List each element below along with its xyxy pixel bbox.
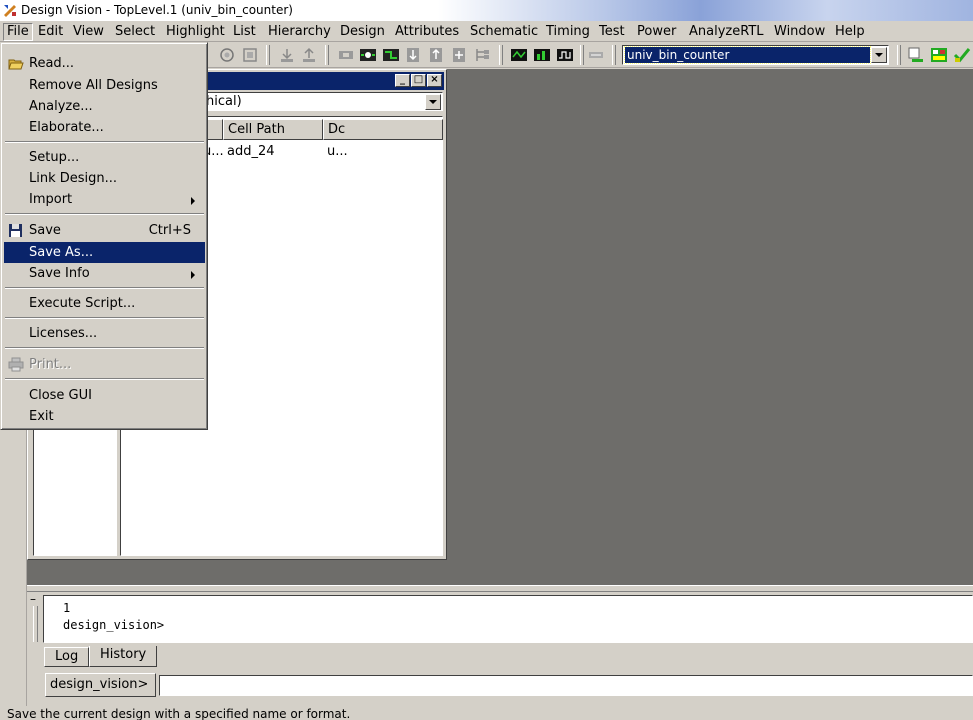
command-input[interactable] [159, 675, 973, 696]
status-bar: Save the current design with a specified… [0, 706, 973, 720]
chevron-down-icon[interactable] [425, 94, 441, 110]
check-icon[interactable] [953, 46, 971, 64]
menu-item-close-gui[interactable]: Close GUI [4, 385, 205, 406]
menu-item-save-info[interactable]: Save Info [4, 263, 205, 284]
menu-item-elaborate[interactable]: Elaborate... [4, 117, 205, 138]
chevron-down-icon[interactable] [871, 47, 887, 63]
menu-item-save[interactable]: Save Ctrl+S [4, 220, 205, 241]
menu-item-exit[interactable]: Exit [4, 406, 205, 427]
log-line: 1 [63, 601, 71, 615]
table-cell-cell-path[interactable]: add_24 [223, 143, 323, 161]
open-folder-icon [8, 59, 24, 70]
toolbar-grip[interactable] [897, 45, 901, 65]
menu-separator [5, 317, 204, 319]
menu-edit[interactable]: Edit [35, 23, 66, 41]
console-log[interactable]: 1 design_vision> [43, 595, 973, 643]
app-icon [4, 5, 16, 17]
toolbar-grip[interactable] [580, 45, 584, 65]
pop-up-icon[interactable] [300, 46, 318, 64]
tab-log[interactable]: Log [44, 647, 90, 667]
menu-separator [5, 287, 204, 289]
menu-item-save-as[interactable]: Save As... [4, 242, 205, 263]
prompt-button[interactable]: design_vision> [45, 673, 156, 697]
close-button[interactable]: × [427, 74, 442, 87]
log-line: design_vision> [63, 618, 165, 632]
timing-histogram-icon[interactable] [533, 46, 551, 64]
window-title: Design Vision - TopLevel.1 (univ_bin_cou… [21, 3, 293, 17]
menu-window[interactable]: Window [771, 23, 828, 41]
menu-item-read[interactable]: Read... [4, 53, 205, 74]
hierarchy-view-value: hical) [206, 94, 242, 109]
menu-attributes[interactable]: Attributes [392, 23, 462, 41]
menu-help[interactable]: Help [832, 23, 868, 41]
menu-view[interactable]: View [70, 23, 107, 41]
minimize-button[interactable]: _ [395, 74, 410, 87]
design-selector[interactable]: univ_bin_counter [622, 45, 889, 65]
console-grip[interactable] [33, 606, 38, 642]
push-down-icon[interactable] [278, 46, 296, 64]
column-header-cell-path[interactable]: Cell Path [223, 119, 323, 140]
hierarchy-expand-icon[interactable] [450, 46, 468, 64]
menu-separator [5, 347, 204, 349]
toolbar-grip[interactable] [612, 45, 616, 65]
zoom-in-icon[interactable] [218, 46, 236, 64]
menu-separator [5, 213, 204, 215]
console-panel: – 1 design_vision> Log History design_vi… [27, 592, 973, 706]
zoom-fit-icon[interactable] [241, 46, 259, 64]
tab-history[interactable]: History [89, 646, 157, 667]
console-minimize-button[interactable]: – [30, 593, 39, 605]
menu-file[interactable]: File [3, 23, 33, 41]
toolbar-grip[interactable] [499, 45, 503, 65]
waveform-icon[interactable] [556, 46, 574, 64]
menu-item-analyze[interactable]: Analyze... [4, 96, 205, 117]
toolbar-grip[interactable] [325, 45, 329, 65]
hierarchy-up-icon[interactable] [427, 46, 445, 64]
menu-item-setup[interactable]: Setup... [4, 147, 205, 168]
schematic-path-icon[interactable] [382, 46, 400, 64]
design-selector-value: univ_bin_counter [624, 46, 871, 64]
menu-bar: File Edit View Select Highlight List Hie… [0, 21, 973, 42]
menu-separator [5, 378, 204, 380]
menu-hierarchy[interactable]: Hierarchy [265, 23, 334, 41]
timing-path-icon[interactable] [510, 46, 528, 64]
menu-separator [5, 141, 204, 143]
submenu-arrow-icon [191, 197, 195, 205]
menu-design[interactable]: Design [337, 23, 388, 41]
hierarchy-tree-icon[interactable] [473, 46, 491, 64]
printer-icon [8, 357, 24, 372]
table-cell-dc[interactable]: u... [323, 143, 443, 161]
layout-icon[interactable] [930, 46, 948, 64]
menu-analyzertl[interactable]: AnalyzeRTL [686, 23, 767, 41]
menu-highlight[interactable]: Highlight [163, 23, 228, 41]
submenu-arrow-icon [191, 271, 195, 279]
menu-test[interactable]: Test [596, 23, 628, 41]
schematic-view-icon[interactable] [359, 46, 377, 64]
menu-timing[interactable]: Timing [543, 23, 593, 41]
shortcut-label: Ctrl+S [148, 223, 191, 238]
menu-item-execute-script[interactable]: Execute Script... [4, 293, 205, 314]
file-menu: Read... Remove All Designs Analyze... El… [0, 42, 208, 430]
console-splitter[interactable] [27, 585, 973, 592]
title-bar: Design Vision - TopLevel.1 (univ_bin_cou… [0, 0, 973, 21]
menu-item-link-design[interactable]: Link Design... [4, 168, 205, 189]
maximize-button[interactable]: □ [411, 74, 426, 87]
status-text: Save the current design with a specified… [7, 707, 351, 720]
schematic-cell-icon[interactable] [337, 46, 355, 64]
new-window-icon[interactable] [907, 46, 925, 64]
menu-item-remove-all-designs[interactable]: Remove All Designs [4, 75, 205, 96]
toolbar-grip[interactable] [266, 45, 270, 65]
menu-schematic[interactable]: Schematic [467, 23, 541, 41]
menu-item-licenses[interactable]: Licenses... [4, 323, 205, 344]
hierarchy-down-icon[interactable] [404, 46, 422, 64]
menu-list[interactable]: List [230, 23, 259, 41]
menu-item-print: Print... [4, 354, 205, 375]
report-icon[interactable] [587, 46, 605, 64]
menu-select[interactable]: Select [112, 23, 158, 41]
menu-power[interactable]: Power [634, 23, 679, 41]
column-header-dc[interactable]: Dc [323, 119, 443, 140]
floppy-disk-icon [9, 224, 22, 237]
menu-item-import[interactable]: Import [4, 189, 205, 210]
